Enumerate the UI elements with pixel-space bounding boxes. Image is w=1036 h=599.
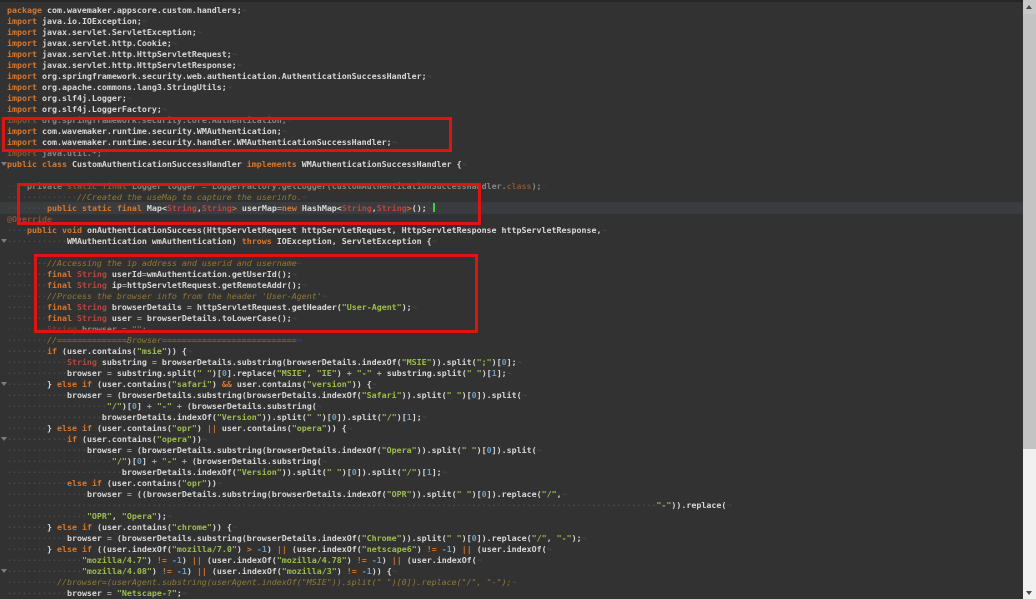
code-line: import org.springframework.security.web.… xyxy=(7,71,1023,82)
fold-marker-icon[interactable] xyxy=(1,382,7,386)
code-line: ············if (user.contains("opera"))¬ xyxy=(7,434,1023,445)
code-line: ················browser = ((browserDetai… xyxy=(7,489,1023,500)
scrollbar-up-button[interactable] xyxy=(1023,0,1036,14)
code-line: ············browser = "Netscape-?";¬ xyxy=(7,588,1023,599)
code-line: ········································… xyxy=(7,500,1023,511)
code-line: ········} else if ((user.indexOf("mozill… xyxy=(7,544,1023,555)
code-line: import javax.servlet.ServletException;¬ xyxy=(7,27,1023,38)
code-line: ···················browserDetails.indexO… xyxy=(7,412,1023,423)
scrollbar-down-button[interactable] xyxy=(1023,587,1036,599)
scrollbar-thumb[interactable] xyxy=(1023,14,1036,449)
code-line: import org.apache.commons.lang3.StringUt… xyxy=(7,82,1023,93)
code-line: package com.wavemaker.appscore.custom.ha… xyxy=(7,5,1023,16)
code-line: import javax.servlet.http.HttpServletRes… xyxy=(7,60,1023,71)
code-line: import javax.servlet.http.Cookie;¬ xyxy=(7,38,1023,49)
scrollbar[interactable] xyxy=(1023,0,1036,599)
annotation-rectangle-2 xyxy=(17,183,481,225)
code-line: ··········//browser=(userAgent.substring… xyxy=(7,577,1023,588)
code-line: ········} else if (user.contains("safari… xyxy=(7,379,1023,390)
code-line: ···············"mozilla/4.08") != -1) ||… xyxy=(7,566,1023,577)
code-line: ············browser = (browserDetails.su… xyxy=(7,390,1023,401)
code-line: ················"OPR", "Opera");¬ xyxy=(7,511,1023,522)
code-line: ········} else if (user.contains("chrome… xyxy=(7,522,1023,533)
code-line: public class CustomAuthenticationSuccess… xyxy=(7,159,1023,170)
code-line: ········} else if (user.contains("opr") … xyxy=(7,423,1023,434)
code-line: ············WMAuthentication wmAuthentic… xyxy=(7,236,1023,247)
code-line: ················browser = (browserDetail… xyxy=(7,445,1023,456)
arrow-up-icon xyxy=(1026,5,1032,9)
code-line: import org.slf4j.Logger;¬ xyxy=(7,93,1023,104)
code-line: ········//==============Browser=========… xyxy=(7,335,1023,346)
arrow-down-icon xyxy=(1026,591,1032,595)
code-line: ····public void onAuthenticationSuccess(… xyxy=(7,225,1023,236)
code-line: ············browser = (browserDetails.su… xyxy=(7,533,1023,544)
code-line: import org.slf4j.LoggerFactory;¬ xyxy=(7,104,1023,115)
code-line: ············browser = substring.split(" … xyxy=(7,368,1023,379)
code-line: ············String substring = browserDe… xyxy=(7,357,1023,368)
code-line: ············else if (user.contains("opr"… xyxy=(7,478,1023,489)
fold-marker-icon[interactable] xyxy=(1,437,7,441)
code-line: ·······················browserDetails.in… xyxy=(7,467,1023,478)
code-line: ····················"/")[0] + "-" + (bro… xyxy=(7,401,1023,412)
code-line: import javax.servlet.http.HttpServletReq… xyxy=(7,49,1023,60)
window-top-border xyxy=(0,0,1024,2)
code-line: ···············"mozilla/4.7") != -1) || … xyxy=(7,555,1023,566)
fold-marker-icon[interactable] xyxy=(1,239,7,243)
fold-marker-icon[interactable] xyxy=(1,569,7,573)
fold-marker-icon[interactable] xyxy=(1,162,7,166)
annotation-rectangle-1 xyxy=(2,117,452,152)
code-line: import java.io.IOException;¬ xyxy=(7,16,1023,27)
code-line: ·····················"/")[0] + "-" + (br… xyxy=(7,456,1023,467)
annotation-rectangle-3 xyxy=(34,254,478,333)
code-line xyxy=(7,170,1023,181)
code-line: ········if (user.contains("msie")) {¬ xyxy=(7,346,1023,357)
